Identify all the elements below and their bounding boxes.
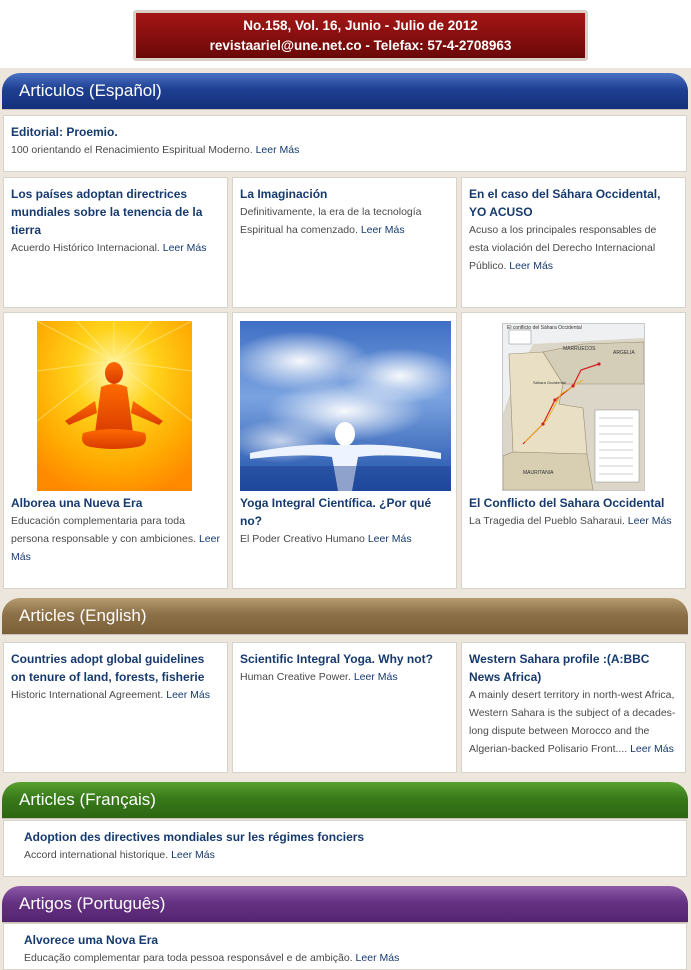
- map-label-argelia: ARGELIA: [613, 350, 635, 356]
- read-more-link[interactable]: Leer Más: [171, 849, 215, 861]
- map-label-marruecos: MARRUECOS: [563, 346, 596, 352]
- article-card: Alborea una Nueva Era Educación compleme…: [3, 312, 228, 589]
- article-summary: Acuerdo Histórico Internacional.: [11, 242, 160, 254]
- section-header-english: Articles (English): [2, 598, 688, 634]
- article-card: En el caso del Sáhara Occidental, YO ACU…: [461, 177, 686, 308]
- article-title-link[interactable]: El Conflicto del Sahara Occidental: [469, 494, 680, 512]
- read-more-link[interactable]: Leer Más: [509, 260, 553, 272]
- read-more-link[interactable]: Leer Más: [361, 224, 405, 236]
- article-title-link[interactable]: Los países adoptan directrices mundiales…: [11, 185, 220, 239]
- article-card: Yoga Integral Científica. ¿Por qué no? E…: [232, 312, 457, 589]
- western-sahara-map-image[interactable]: El conflicto del Sáhara Occidental MARRU…: [502, 323, 645, 491]
- meditation-sunrise-image[interactable]: [37, 321, 192, 491]
- article-title-link[interactable]: Editorial: Proemio.: [11, 123, 679, 141]
- article-title-link[interactable]: En el caso del Sáhara Occidental, YO ACU…: [469, 185, 678, 221]
- read-more-link[interactable]: Leer Más: [630, 743, 674, 755]
- article-title-link[interactable]: Yoga Integral Científica. ¿Por qué no?: [240, 494, 451, 530]
- read-more-link[interactable]: Leer Más: [163, 242, 207, 254]
- article-title-link[interactable]: Adoption des directives mondiales sur le…: [24, 828, 679, 846]
- section-title: Articulos (Español): [19, 81, 162, 100]
- article-card: Alvorece uma Nova Era Educação complemen…: [3, 923, 687, 970]
- section-header-french: Articles (Français): [2, 782, 688, 818]
- article-card: Adoption des directives mondiales sur le…: [3, 820, 687, 877]
- article-summary: Historic International Agreement.: [11, 689, 164, 701]
- section-header-portuguese: Artigos (Português): [2, 886, 688, 922]
- read-more-link[interactable]: Leer Más: [368, 533, 412, 545]
- contact-info: revistaariel@une.net.co - Telefax: 57-4-…: [209, 38, 512, 53]
- article-title-link[interactable]: Alborea una Nueva Era: [11, 494, 222, 512]
- read-more-link[interactable]: Leer Más: [356, 952, 400, 964]
- article-card: Scientific Integral Yoga. Why not? Human…: [232, 642, 457, 773]
- map-label-region: Sáhara Occidental: [533, 380, 566, 385]
- article-summary: Acuso a los principales responsables de …: [469, 224, 657, 272]
- section-title: Artigos (Português): [19, 894, 166, 913]
- masthead-banner: No.158, Vol. 16, Junio - Julio de 2012 r…: [133, 10, 588, 61]
- article-title-link[interactable]: Scientific Integral Yoga. Why not?: [240, 650, 449, 668]
- editorial-card: Editorial: Proemio. 100 orientando el Re…: [3, 115, 687, 172]
- article-summary: El Poder Creativo Humano: [240, 533, 365, 545]
- article-summary: La Tragedia del Pueblo Saharaui.: [469, 515, 625, 527]
- article-summary: Educação complementar para toda pessoa r…: [24, 952, 353, 964]
- article-card: Western Sahara profile :(A:BBC News Afri…: [461, 642, 686, 773]
- article-summary: Human Creative Power.: [240, 671, 351, 683]
- read-more-link[interactable]: Leer Más: [354, 671, 398, 683]
- article-summary: Accord international historique.: [24, 849, 169, 861]
- read-more-link[interactable]: Leer Más: [256, 144, 300, 156]
- article-card: La Imaginación Definitivamente, la era d…: [232, 177, 457, 308]
- read-more-link[interactable]: Leer Más: [628, 515, 672, 527]
- issue-info: No.158, Vol. 16, Junio - Julio de 2012: [243, 18, 478, 33]
- yoga-sky-image[interactable]: [240, 321, 451, 491]
- section-header-spanish: Articulos (Español): [2, 73, 688, 109]
- article-summary: Educación complementaria para toda perso…: [11, 515, 197, 545]
- section-title: Articles (Français): [19, 790, 156, 809]
- article-card: El conflicto del Sáhara Occidental MARRU…: [461, 312, 686, 589]
- article-title-link[interactable]: La Imaginación: [240, 185, 449, 203]
- article-summary: 100 orientando el Renacimiento Espiritua…: [11, 144, 253, 156]
- article-title-link[interactable]: Countries adopt global guidelines on ten…: [11, 650, 220, 686]
- article-card: Los países adoptan directrices mundiales…: [3, 177, 228, 308]
- article-card: Countries adopt global guidelines on ten…: [3, 642, 228, 773]
- section-title: Articles (English): [19, 606, 147, 625]
- article-title-link[interactable]: Western Sahara profile :(A:BBC News Afri…: [469, 650, 678, 686]
- map-caption: El conflicto del Sáhara Occidental: [507, 325, 582, 331]
- read-more-link[interactable]: Leer Más: [166, 689, 210, 701]
- map-label-mauritania: MAURITANIA: [523, 470, 554, 476]
- article-title-link[interactable]: Alvorece uma Nova Era: [24, 931, 679, 949]
